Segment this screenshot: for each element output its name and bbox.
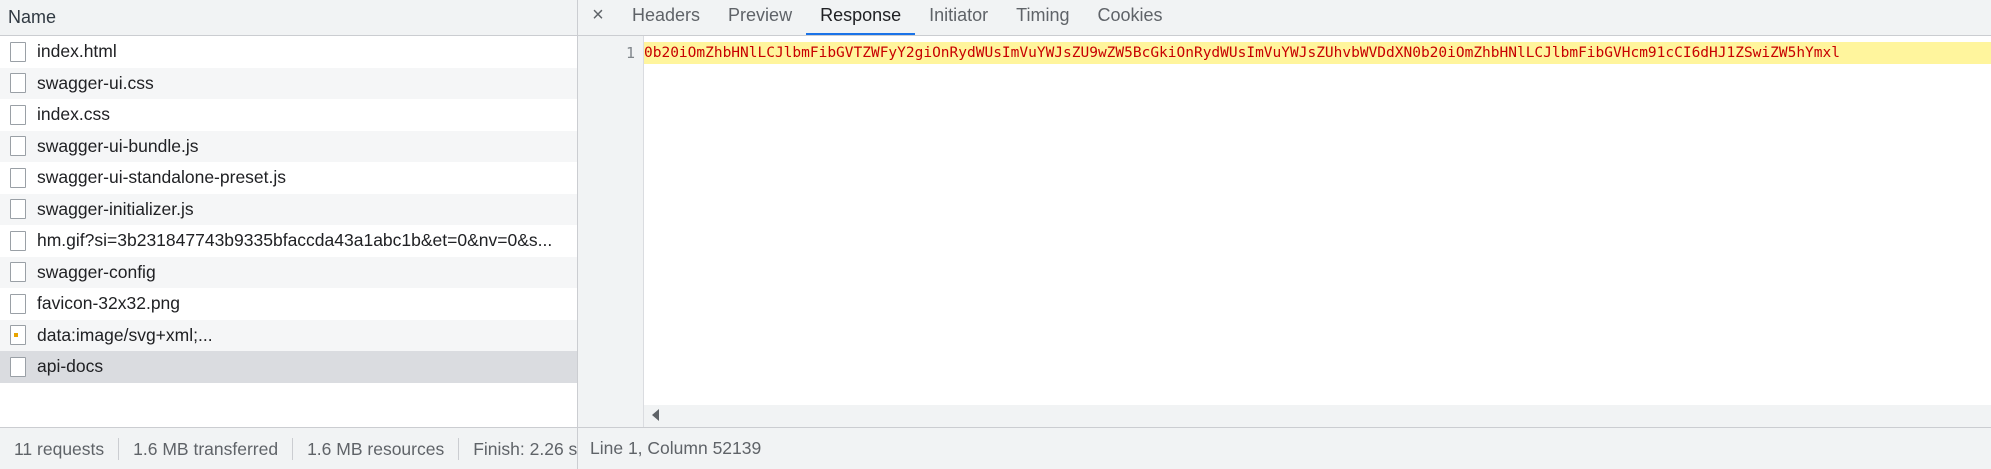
file-icon — [10, 356, 26, 377]
request-row-index-html[interactable]: index.html — [0, 36, 577, 68]
file-icon — [10, 230, 26, 251]
request-name: index.css — [37, 104, 110, 125]
request-row-index-css[interactable]: index.css — [0, 99, 577, 131]
request-name: api-docs — [37, 356, 104, 377]
request-name: swagger-ui-standalone-preset.js — [37, 167, 287, 188]
response-editor[interactable]: 1 0b20iOmZhbHNlLCJlbmFibGVTZWFyY2giOnRyd… — [578, 36, 1991, 427]
request-name: swagger-ui.css — [37, 72, 154, 93]
file-icon — [10, 136, 26, 157]
file-icon — [10, 262, 26, 283]
request-name: swagger-ui-bundle.js — [37, 135, 199, 156]
details-tabbar: × Headers Preview Response Initiator Tim… — [578, 0, 1991, 36]
transferred-size: 1.6 MB transferred — [118, 437, 292, 460]
cursor-position-status: Line 1, Column 52139 — [578, 427, 1991, 469]
devtools-network-panel: Name index.html swagger-ui.css index.css… — [0, 0, 1991, 469]
request-row-api-docs[interactable]: api-docs — [0, 351, 577, 383]
tab-initiator[interactable]: Initiator — [915, 0, 1002, 35]
close-icon[interactable]: × — [578, 0, 618, 35]
request-name: favicon-32x32.png — [37, 293, 181, 314]
request-row-swagger-initializer-js[interactable]: swagger-initializer.js — [0, 193, 577, 225]
tab-preview[interactable]: Preview — [714, 0, 806, 35]
request-rows: index.html swagger-ui.css index.css swag… — [0, 36, 577, 427]
code-area[interactable]: 0b20iOmZhbHNlLCJlbmFibGVTZWFyY2giOnRydWU… — [644, 36, 1991, 427]
tab-cookies[interactable]: Cookies — [1084, 0, 1177, 35]
line-number: 1 — [625, 44, 635, 62]
request-name: index.html — [37, 41, 117, 62]
name-column-header[interactable]: Name — [0, 0, 577, 36]
network-summary-bar: 11 requests 1.6 MB transferred 1.6 MB re… — [0, 427, 577, 469]
horizontal-scrollbar[interactable] — [644, 405, 1991, 427]
request-row-standalone-preset-js[interactable]: swagger-ui-standalone-preset.js — [0, 162, 577, 194]
request-row-swagger-config[interactable]: swagger-config — [0, 256, 577, 288]
request-count: 11 requests — [14, 438, 105, 459]
finish-time: Finish: 2.26 s — [458, 437, 577, 460]
request-details-pane: × Headers Preview Response Initiator Tim… — [578, 0, 1991, 469]
response-line[interactable]: 0b20iOmZhbHNlLCJlbmFibGVTZWFyY2giOnRydWU… — [644, 42, 1991, 64]
request-name: hm.gif?si=3b231847743b9335bfaccda43a1abc… — [37, 230, 553, 251]
request-list-pane: Name index.html swagger-ui.css index.css… — [0, 0, 578, 469]
request-row-favicon[interactable]: favicon-32x32.png — [0, 288, 577, 320]
line-number-gutter: 1 — [578, 36, 644, 427]
scroll-left-icon[interactable] — [652, 409, 659, 421]
file-icon — [10, 104, 26, 125]
request-name: swagger-config — [37, 261, 156, 282]
image-file-icon — [10, 325, 26, 346]
request-name: swagger-initializer.js — [37, 198, 194, 219]
file-icon — [10, 41, 26, 62]
file-icon — [10, 73, 26, 94]
tab-timing[interactable]: Timing — [1002, 0, 1083, 35]
tab-response[interactable]: Response — [806, 0, 916, 35]
file-icon — [10, 199, 26, 220]
tab-headers[interactable]: Headers — [618, 0, 714, 35]
resources-size: 1.6 MB resources — [292, 437, 458, 460]
request-row-swagger-ui-bundle-js[interactable]: swagger-ui-bundle.js — [0, 130, 577, 162]
request-row-data-svg[interactable]: data:image/svg+xml;... — [0, 319, 577, 351]
file-icon — [10, 167, 26, 188]
request-row-hm-gif[interactable]: hm.gif?si=3b231847743b9335bfaccda43a1abc… — [0, 225, 577, 257]
request-name: data:image/svg+xml;... — [37, 324, 213, 345]
file-icon — [10, 293, 26, 314]
request-row-swagger-ui-css[interactable]: swagger-ui.css — [0, 67, 577, 99]
